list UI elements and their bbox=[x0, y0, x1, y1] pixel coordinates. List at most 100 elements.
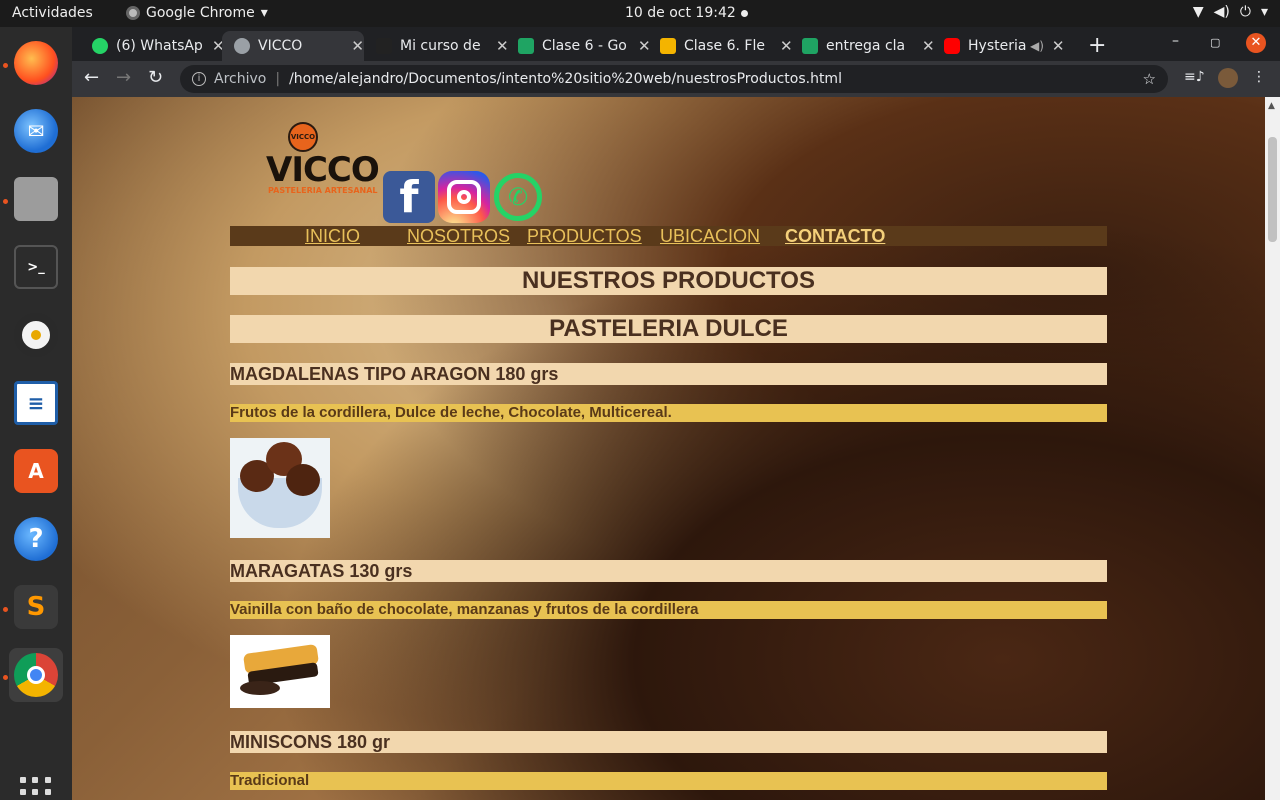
firefox-icon bbox=[14, 41, 58, 85]
address-separator: | bbox=[275, 71, 281, 87]
dock-rhythmbox[interactable] bbox=[9, 308, 63, 362]
scrollbar-thumb[interactable] bbox=[1268, 137, 1277, 242]
volume-icon: ◀) bbox=[1213, 4, 1230, 20]
product-item: MINISCONS 180 gr Tradicional bbox=[230, 731, 1107, 790]
logo-badge: VICCO bbox=[288, 122, 318, 152]
nav-ubicacion[interactable]: UBICACION bbox=[660, 226, 760, 246]
course-favicon-icon bbox=[376, 38, 392, 54]
tab-title: Clase 6 - Go bbox=[542, 38, 627, 54]
writer-icon: ≡ bbox=[14, 381, 58, 425]
tab-vicco[interactable]: VICCO ✕ bbox=[222, 31, 364, 61]
youtube-favicon-icon bbox=[944, 38, 960, 54]
profile-avatar[interactable] bbox=[1218, 68, 1238, 88]
show-applications-icon[interactable] bbox=[20, 777, 52, 800]
site-container: VICCO VICCO PASTELERIA ARTESANAL f ✆ INI… bbox=[230, 97, 1107, 790]
instagram-icon[interactable] bbox=[438, 171, 490, 223]
close-icon[interactable]: ✕ bbox=[351, 37, 364, 55]
tab-title: Clase 6. Fle bbox=[684, 38, 765, 54]
google-drive-favicon-icon bbox=[802, 38, 818, 54]
site-nav: INICIO NOSOTROS PRODUCTOS UBICACION CONT… bbox=[230, 226, 1107, 246]
product-title: MARAGATAS 130 grs bbox=[230, 560, 1107, 582]
info-icon[interactable]: i bbox=[192, 72, 206, 86]
app-menu-label: Google Chrome bbox=[146, 5, 255, 21]
tab-title: entrega cla bbox=[826, 38, 906, 54]
dock-writer[interactable]: ≡ bbox=[9, 376, 63, 430]
tab-clase6-drive[interactable]: Clase 6 - Go ✕ bbox=[506, 31, 651, 61]
dock-thunderbird[interactable]: ✉ bbox=[9, 104, 63, 158]
vicco-logo[interactable]: VICCO VICCO PASTELERIA ARTESANAL bbox=[266, 122, 380, 196]
audio-playing-icon[interactable]: ◀) bbox=[1030, 39, 1044, 53]
facebook-icon[interactable]: f bbox=[383, 171, 435, 223]
tab-curso[interactable]: Mi curso de ✕ bbox=[364, 31, 509, 61]
url-text[interactable]: /home/alejandro/Documentos/intento%20sit… bbox=[289, 71, 842, 87]
tab-whatsapp[interactable]: (6) WhatsApp ✕ bbox=[80, 31, 225, 61]
power-icon: ⏻ bbox=[1239, 4, 1251, 20]
notification-dot-icon bbox=[741, 10, 748, 17]
nav-nosotros[interactable]: NOSOTROS bbox=[407, 226, 510, 246]
google-slides-favicon-icon bbox=[660, 38, 676, 54]
wifi-icon: ▼ bbox=[1192, 4, 1204, 20]
running-indicator bbox=[3, 675, 8, 680]
maragatas-image bbox=[230, 635, 330, 708]
close-window-button[interactable]: ✕ bbox=[1246, 33, 1266, 53]
rhythmbox-icon bbox=[14, 313, 58, 357]
nav-inicio[interactable]: INICIO bbox=[305, 226, 360, 246]
browser-toolbar: ← → ↻ i Archivo | /home/alejandro/Docume… bbox=[72, 61, 1280, 97]
product-title: MAGDALENAS TIPO ARAGON 180 grs bbox=[230, 363, 1107, 385]
app-menu[interactable]: Google Chrome ▾ bbox=[126, 5, 268, 21]
close-icon[interactable]: ✕ bbox=[1052, 37, 1065, 55]
nav-productos[interactable]: PRODUCTOS bbox=[527, 226, 642, 246]
dock-firefox[interactable] bbox=[9, 36, 63, 90]
scroll-up-icon[interactable]: ▲ bbox=[1268, 101, 1275, 111]
globe-favicon-icon bbox=[234, 38, 250, 54]
activities-button[interactable]: Actividades bbox=[12, 5, 93, 21]
new-tab-button[interactable]: + bbox=[1088, 33, 1106, 58]
dock-software[interactable]: A bbox=[9, 444, 63, 498]
product-item: MAGDALENAS TIPO ARAGON 180 grs Frutos de… bbox=[230, 363, 1107, 538]
maximize-button[interactable]: ▢ bbox=[1210, 36, 1220, 49]
page-scrollbar[interactable]: ▲ bbox=[1265, 97, 1280, 800]
sublime-text-icon: S bbox=[14, 585, 58, 629]
dock-help[interactable]: ? bbox=[9, 512, 63, 566]
clock[interactable]: 10 de oct 19:42 bbox=[625, 5, 736, 21]
whatsapp-icon[interactable]: ✆ bbox=[492, 171, 544, 223]
dock: ✉ >_ ≡ A ? S bbox=[0, 27, 72, 800]
system-menu[interactable]: ▼ ◀) ⏻ ▾ bbox=[1193, 4, 1268, 20]
system-top-bar: Actividades Google Chrome ▾ 10 de oct 19… bbox=[0, 0, 1280, 27]
logo-word: VICCO bbox=[266, 150, 380, 190]
dock-sublime[interactable]: S bbox=[9, 580, 63, 634]
address-bar[interactable]: i Archivo | /home/alejandro/Documentos/i… bbox=[180, 65, 1168, 93]
page-viewport: VICCO VICCO PASTELERIA ARTESANAL f ✆ INI… bbox=[72, 97, 1265, 800]
tab-title: VICCO bbox=[258, 38, 303, 54]
scheme-label: Archivo bbox=[214, 71, 267, 87]
menu-kebab-icon[interactable]: ⋮ bbox=[1252, 69, 1266, 85]
dock-files[interactable] bbox=[9, 172, 63, 226]
chrome-small-icon bbox=[126, 6, 140, 20]
chrome-icon bbox=[14, 653, 58, 697]
tab-hysteria[interactable]: Hysteria ◀) ✕ bbox=[932, 31, 1065, 61]
terminal-icon: >_ bbox=[14, 245, 58, 289]
bookmark-star-icon[interactable]: ☆ bbox=[1143, 70, 1156, 88]
tab-entrega[interactable]: entrega cla ✕ bbox=[790, 31, 935, 61]
back-button[interactable]: ← bbox=[84, 67, 99, 88]
running-indicator bbox=[3, 199, 8, 204]
reload-button[interactable]: ↻ bbox=[148, 67, 163, 88]
dock-chrome[interactable] bbox=[9, 648, 63, 702]
google-drive-favicon-icon bbox=[518, 38, 534, 54]
dock-terminal[interactable]: >_ bbox=[9, 240, 63, 294]
minimize-button[interactable]: – bbox=[1172, 33, 1179, 49]
tab-title: Mi curso de bbox=[400, 38, 481, 54]
product-item: MARAGATAS 130 grs Vainilla con baño de c… bbox=[230, 560, 1107, 708]
running-indicator bbox=[3, 63, 8, 68]
help-icon: ? bbox=[14, 517, 58, 561]
running-indicator bbox=[3, 607, 8, 612]
nav-contacto[interactable]: CONTACTO bbox=[785, 226, 885, 246]
media-control-icon[interactable]: ≡♪ bbox=[1184, 69, 1205, 85]
site-header: VICCO VICCO PASTELERIA ARTESANAL f ✆ bbox=[230, 97, 1107, 226]
forward-button[interactable]: → bbox=[116, 67, 131, 88]
tab-clase6-slides[interactable]: Clase 6. Fle ✕ bbox=[648, 31, 793, 61]
chevron-down-icon: ▾ bbox=[260, 5, 268, 21]
product-description: Frutos de la cordillera, Dulce de leche,… bbox=[230, 404, 1107, 422]
logo-subtitle: PASTELERIA ARTESANAL bbox=[268, 186, 378, 195]
chevron-down-icon: ▾ bbox=[1260, 4, 1268, 20]
